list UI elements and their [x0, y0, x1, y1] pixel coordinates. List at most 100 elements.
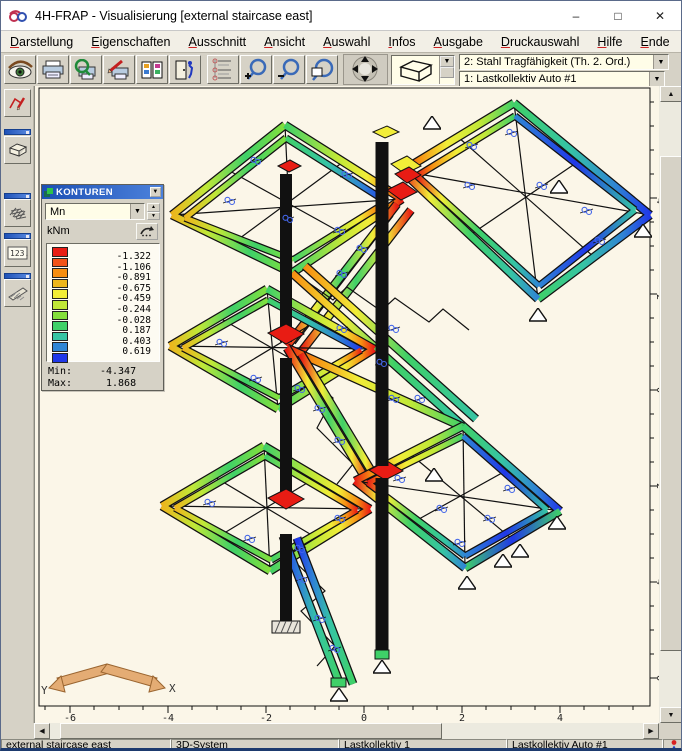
print-edit-icon — [106, 59, 132, 81]
menu-ausgabe[interactable]: Ausgabe — [425, 33, 492, 51]
collapsed-panel-bar[interactable] — [4, 129, 31, 135]
vertical-scrollbar[interactable]: ▲ ▼ — [659, 86, 682, 723]
pan-control[interactable] — [343, 54, 388, 85]
eye-button[interactable] — [4, 55, 36, 84]
report-book-button[interactable] — [136, 55, 168, 84]
scroll-left-icon[interactable]: ◀ — [34, 723, 50, 739]
y-axis-label: Y — [41, 684, 48, 697]
menu-ansicht[interactable]: Ansicht — [255, 33, 314, 51]
menu-infos[interactable]: Infos — [379, 33, 424, 51]
chevron-down-icon[interactable]: ▼ — [649, 72, 664, 86]
app-logo-icon — [9, 8, 27, 24]
polyline-pencil-icon — [8, 94, 27, 113]
status-project: external staircase east — [1, 739, 171, 751]
axes-indicator: Y X — [41, 664, 176, 697]
panel-icon — [44, 188, 53, 197]
fixed-support — [272, 621, 300, 633]
menu-darstellung[interactable]: Darstellung — [1, 33, 82, 51]
bottom-ruler-labels: -6 -4 -2 0 2 4 — [64, 713, 563, 723]
analysis-combo[interactable]: 2: Stahl Tragfähigkeit (Th. 2. Ord.) ▼ — [459, 54, 669, 70]
scale-swatch — [52, 289, 68, 299]
toolbar: ▼ 2: Stahl Tragfähigkeit (Th. 2. Ord.) ▼… — [1, 53, 681, 86]
scale-swatch — [52, 300, 68, 310]
pan-icon — [345, 55, 386, 84]
chevron-down-icon[interactable]: ▼ — [653, 55, 668, 69]
view-cube-icon — [397, 58, 435, 82]
chevron-down-icon[interactable]: ▼ — [130, 204, 144, 219]
numbering-button[interactable]: 123. — [4, 239, 31, 267]
print-button[interactable] — [37, 55, 69, 84]
scroll-right-icon[interactable]: ▶ — [643, 723, 659, 739]
minimize-button[interactable]: – — [555, 1, 597, 30]
svg-text:0: 0 — [361, 713, 367, 723]
menu-ende[interactable]: Ende — [631, 33, 678, 51]
status-app-icon — [670, 740, 678, 751]
konturen-panel[interactable]: KONTUREN ▼ Mn ▼ ▲▼ kNm — [41, 184, 164, 391]
maximize-button[interactable]: □ — [597, 1, 639, 30]
svg-text:-2: -2 — [260, 713, 272, 723]
menu-hilfe[interactable]: Hilfe — [588, 33, 631, 51]
platform-mid-left — [170, 289, 374, 409]
view-cube-selector[interactable]: ▼ — [391, 55, 455, 85]
scroll-up-icon[interactable]: ▲ — [660, 86, 682, 102]
status-system: 3D-System — [171, 739, 339, 751]
max-value: 1.868 — [78, 378, 136, 389]
bottom-ruler-ticks — [45, 706, 633, 713]
platform-bottom-left — [162, 446, 370, 571]
edit-geometry-button[interactable] — [4, 89, 31, 117]
scale-value: 0.619 — [75, 347, 151, 358]
menu-ausschnitt[interactable]: Ausschnitt — [179, 33, 255, 51]
scroll-down-icon[interactable]: ▼ — [660, 707, 682, 723]
svg-text:-6: -6 — [64, 713, 76, 723]
flip-scale-button[interactable] — [136, 223, 158, 240]
exit-door-icon — [173, 59, 197, 81]
svg-text:2: 2 — [459, 713, 465, 723]
svg-text:123.: 123. — [10, 249, 28, 258]
report-book-icon — [140, 60, 164, 80]
hscroll-thumb[interactable] — [60, 723, 442, 739]
view-cube-dropdown[interactable]: ▼ — [439, 56, 454, 84]
scrollbar-corner — [659, 723, 682, 739]
zoom-window-button[interactable] — [306, 55, 338, 84]
zoom-out-button[interactable] — [273, 55, 305, 84]
vscroll-thumb[interactable] — [660, 156, 682, 651]
close-button[interactable]: ✕ — [639, 1, 681, 30]
status-bar: external staircase east 3D-System Lastko… — [1, 739, 682, 751]
mesh-button[interactable] — [4, 199, 31, 227]
load-combo[interactable]: 1: Lastkollektiv Auto #1 ▼ — [459, 71, 665, 87]
menu-auswahl[interactable]: Auswahl — [314, 33, 379, 51]
scale-swatch — [52, 321, 68, 331]
model-tree-button[interactable] — [207, 55, 239, 84]
quantity-spinner[interactable]: ▲▼ — [147, 203, 160, 220]
scale-swatch — [52, 311, 68, 321]
scale-value: -0.244 — [75, 305, 151, 316]
status-icon-cell — [663, 739, 682, 751]
print-edit-button[interactable] — [103, 55, 135, 84]
zoom-in-icon — [243, 58, 269, 82]
konturen-titlebar[interactable]: KONTUREN ▼ — [42, 185, 163, 199]
zoom-window-icon — [309, 58, 335, 82]
scale-swatch — [52, 258, 68, 268]
grid-icon — [8, 205, 28, 221]
quantity-combo[interactable]: Mn ▼ — [45, 203, 145, 220]
zoom-in-button[interactable] — [240, 55, 272, 84]
model-view-canvas[interactable]: -6 -4 -2 0 2 4 -4 -2 0 2 4 6 — [34, 86, 659, 723]
scale-swatch — [52, 268, 68, 278]
exit-button[interactable] — [169, 55, 201, 84]
member-results-button[interactable] — [4, 279, 31, 307]
scale-swatch — [52, 247, 68, 257]
print-preview-button[interactable] — [70, 55, 102, 84]
menu-druckauswahl[interactable]: Druckauswahl — [492, 33, 589, 51]
status-loadcase: Lastkollektiv 1 — [339, 739, 507, 751]
svg-text:4: 4 — [557, 713, 563, 723]
print-preview-icon — [73, 59, 99, 81]
scale-swatch — [52, 342, 68, 352]
scale-swatch — [52, 332, 68, 342]
min-row: Min:-4.347 — [48, 366, 160, 377]
structure-scene: -6 -4 -2 0 2 4 -4 -2 0 2 4 6 — [35, 86, 660, 723]
window-title: 4H-FRAP - Visualisierung [external stair… — [35, 9, 312, 23]
horizontal-scrollbar[interactable]: ◀ ▶ — [34, 723, 659, 739]
view-3d-button[interactable] — [4, 136, 31, 164]
rollup-button[interactable]: ▼ — [150, 187, 161, 197]
menu-eigenschaften[interactable]: Eigenschaften — [82, 33, 179, 51]
